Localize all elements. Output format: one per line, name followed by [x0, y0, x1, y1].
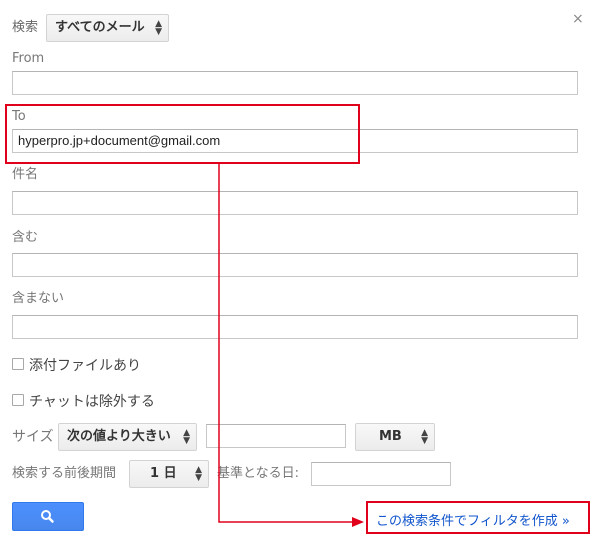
annotation-arrow	[218, 164, 364, 527]
